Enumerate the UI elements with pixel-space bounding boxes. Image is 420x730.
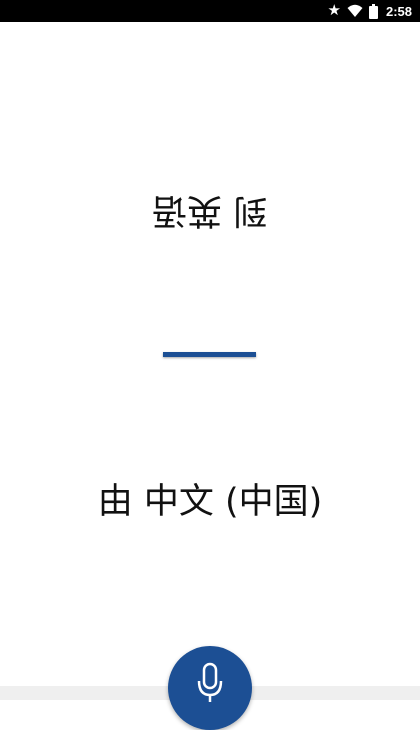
target-language-label[interactable]: 到 英语: [0, 186, 420, 234]
microphone-button[interactable]: [168, 646, 252, 730]
wifi-icon: [347, 4, 363, 17]
status-bar: ★ 2:58: [0, 0, 420, 22]
source-language-label[interactable]: 由 中文 (中国): [0, 478, 420, 526]
divider-line: [163, 352, 256, 357]
microphone-icon: [197, 662, 223, 702]
star-icon: ★: [327, 2, 341, 19]
battery-icon: [368, 3, 378, 19]
status-time: 2:58: [385, 3, 412, 19]
